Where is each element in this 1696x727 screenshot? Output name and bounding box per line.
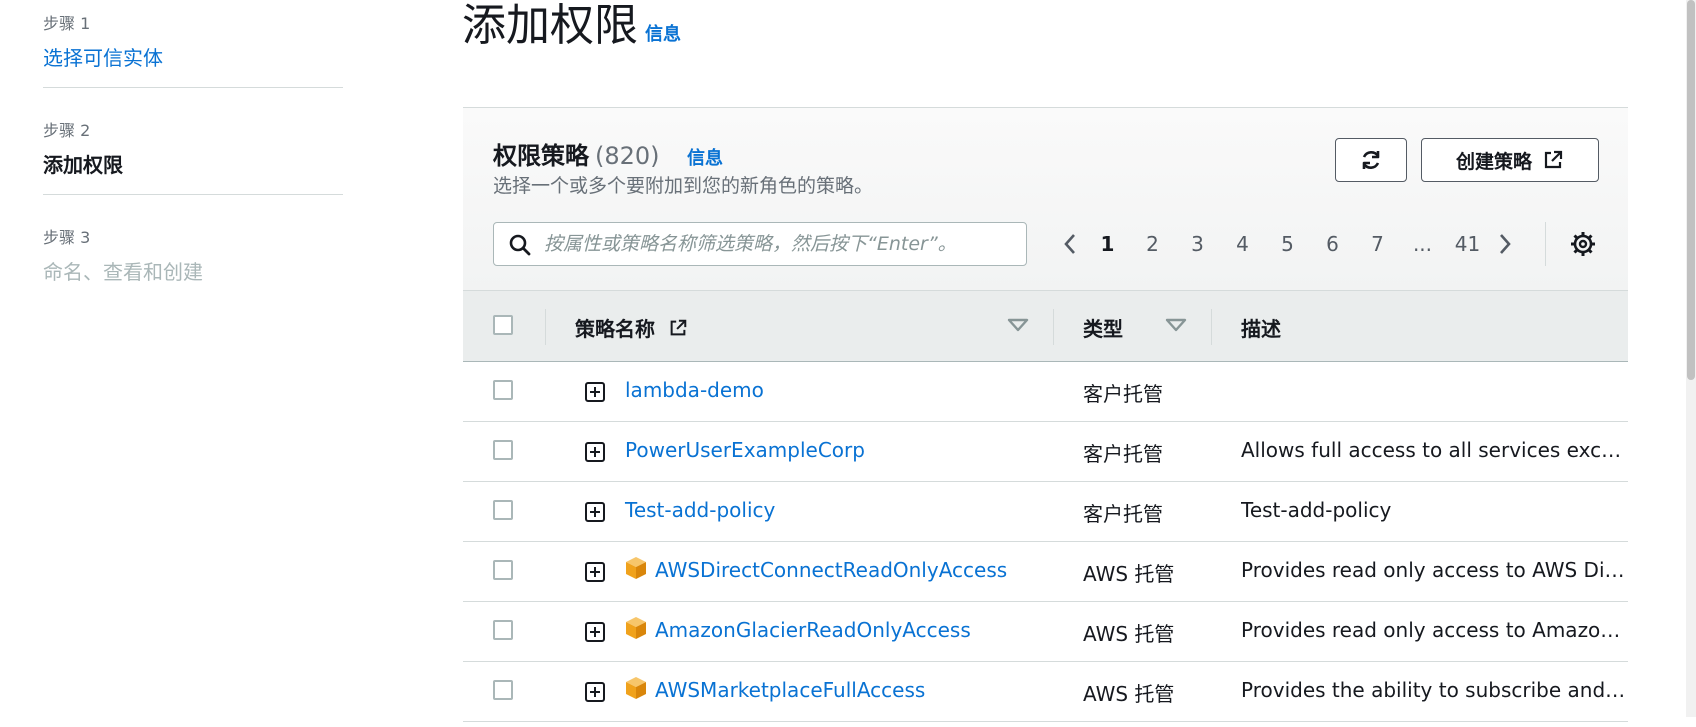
external-link-icon [1544, 150, 1563, 169]
aws-managed-cube-icon [626, 557, 646, 579]
policy-name-link[interactable]: AWSDirectConnectReadOnlyAccess [655, 558, 1007, 582]
page-7-button[interactable]: 7 [1355, 232, 1400, 256]
step-2-title: 添加权限 [43, 153, 123, 177]
page-4-button[interactable]: 4 [1220, 232, 1265, 256]
table-row[interactable]: lambda-demo 客户托管 [463, 362, 1628, 422]
step-number: 步骤 1 [43, 14, 91, 33]
policy-name-link[interactable]: Test-add-policy [625, 498, 775, 522]
row-checkbox[interactable] [493, 440, 513, 460]
policy-type: 客户托管 [1083, 382, 1163, 406]
external-link-icon [670, 319, 687, 336]
refresh-button[interactable] [1335, 138, 1407, 182]
sort-down-icon[interactable] [1007, 317, 1029, 333]
step-divider [43, 194, 343, 195]
search-icon [509, 234, 531, 256]
chevron-right-icon [1500, 234, 1511, 254]
policy-description: Provides the ability to subscribe and un… [1241, 678, 1626, 702]
sort-down-icon[interactable] [1165, 317, 1187, 333]
table-row[interactable]: Test-add-policy 客户托管 Test-add-policy [463, 482, 1628, 542]
create-policy-label: 创建策略 [1455, 151, 1532, 173]
step-2: 步骤 2 添加权限 [43, 117, 343, 178]
policy-name-link[interactable]: AWSMarketplaceFullAccess [655, 678, 925, 702]
row-checkbox[interactable] [493, 620, 513, 640]
expand-plus-icon[interactable] [585, 562, 605, 582]
policies-description: 选择一个或多个要附加到您的新角色的策略。 [493, 175, 874, 197]
refresh-icon [1362, 151, 1380, 169]
table-preferences-button[interactable] [1567, 228, 1599, 260]
row-checkbox[interactable] [493, 680, 513, 700]
step-number: 步骤 3 [43, 228, 91, 247]
policy-description: Test-add-policy [1241, 498, 1392, 522]
create-policy-button[interactable]: 创建策略 [1421, 138, 1599, 182]
previous-page-button[interactable] [1055, 222, 1085, 266]
next-page-button[interactable] [1490, 222, 1520, 266]
step-number: 步骤 2 [43, 121, 91, 140]
policies-title: 权限策略 (820) [493, 136, 660, 171]
column-divider [1211, 309, 1212, 345]
expand-plus-icon[interactable] [585, 502, 605, 522]
policies-count: (820) [595, 142, 660, 170]
aws-managed-cube-icon [626, 617, 646, 639]
table-row[interactable]: AmazonGlacierReadOnlyAccess AWS 托管 Provi… [463, 602, 1628, 662]
expand-plus-icon[interactable] [585, 622, 605, 642]
step-divider [43, 87, 343, 88]
expand-plus-icon[interactable] [585, 682, 605, 702]
policy-description: Provides read only access to AWS Direct … [1241, 558, 1626, 582]
select-all-checkbox[interactable] [493, 315, 513, 335]
permission-policies-container: 权限策略(820) 信息 选择一个或多个要附加到您的新角色的策略。 创建策略 [463, 107, 1628, 727]
aws-managed-cube-icon [626, 677, 646, 699]
page-41-button[interactable]: 41 [1445, 232, 1490, 256]
policy-type: AWS 托管 [1083, 562, 1175, 586]
table-header: 策略名称 类型 描述 [463, 290, 1628, 362]
page-info-link[interactable]: 信息 [645, 20, 681, 46]
policy-name-link[interactable]: lambda-demo [625, 378, 764, 402]
policy-type: AWS 托管 [1083, 622, 1175, 646]
step-1[interactable]: 步骤 1 选择可信实体 [43, 10, 343, 71]
policy-name-link[interactable]: PowerUserExampleCorp [625, 438, 865, 462]
page-ellipsis: ... [1412, 232, 1433, 256]
page-scrollbar[interactable] [1686, 0, 1696, 717]
page-6-button[interactable]: 6 [1310, 232, 1355, 256]
column-header-name[interactable]: 策略名称 [575, 313, 688, 342]
scrollbar-thumb[interactable] [1687, 0, 1695, 380]
table-row[interactable]: AWSMarketplaceFullAccess AWS 托管 Provides… [463, 662, 1628, 722]
page-5-button[interactable]: 5 [1265, 232, 1310, 256]
table-row[interactable]: PowerUserExampleCorp 客户托管 Allows full ac… [463, 422, 1628, 482]
step-1-link[interactable]: 选择可信实体 [43, 42, 343, 71]
policies-title-text: 权限策略 [493, 142, 589, 170]
row-checkbox[interactable] [493, 380, 513, 400]
column-name-label: 策略名称 [575, 317, 655, 341]
policy-description: Allows full access to all services excep… [1241, 438, 1626, 462]
policy-type: 客户托管 [1083, 502, 1163, 526]
policy-type: AWS 托管 [1083, 682, 1175, 706]
table-row[interactable]: AWSDirectConnectReadOnlyAccess AWS 托管 Pr… [463, 542, 1628, 602]
page-title: 添加权限 [462, 0, 638, 51]
search-input[interactable] [542, 229, 1012, 259]
step-3-title: 命名、查看和创建 [43, 260, 203, 284]
column-header-description: 描述 [1241, 317, 1281, 341]
page-2-button[interactable]: 2 [1130, 232, 1175, 256]
step-3: 步骤 3 命名、查看和创建 [43, 224, 343, 285]
container-header: 权限策略(820) 信息 选择一个或多个要附加到您的新角色的策略。 创建策略 [463, 108, 1628, 290]
page-3-button[interactable]: 3 [1175, 232, 1220, 256]
expand-plus-icon[interactable] [585, 442, 605, 462]
policy-search[interactable] [493, 222, 1027, 266]
gear-icon [1571, 232, 1595, 256]
policies-info-link[interactable]: 信息 [687, 144, 723, 170]
page-1-button[interactable]: 1 [1085, 232, 1130, 256]
policy-type: 客户托管 [1083, 442, 1163, 466]
policy-description: Provides read only access to Amazon Glac… [1241, 618, 1626, 642]
pagination-divider [1545, 222, 1546, 266]
column-divider [545, 309, 546, 345]
chevron-left-icon [1064, 234, 1075, 254]
column-divider [1053, 309, 1054, 345]
row-checkbox[interactable] [493, 500, 513, 520]
expand-plus-icon[interactable] [585, 382, 605, 402]
row-checkbox[interactable] [493, 560, 513, 580]
pagination: 1 2 3 4 5 6 7 ... 41 [1055, 222, 1520, 266]
column-header-type[interactable]: 类型 [1083, 313, 1123, 342]
policy-name-link[interactable]: AmazonGlacierReadOnlyAccess [655, 618, 971, 642]
